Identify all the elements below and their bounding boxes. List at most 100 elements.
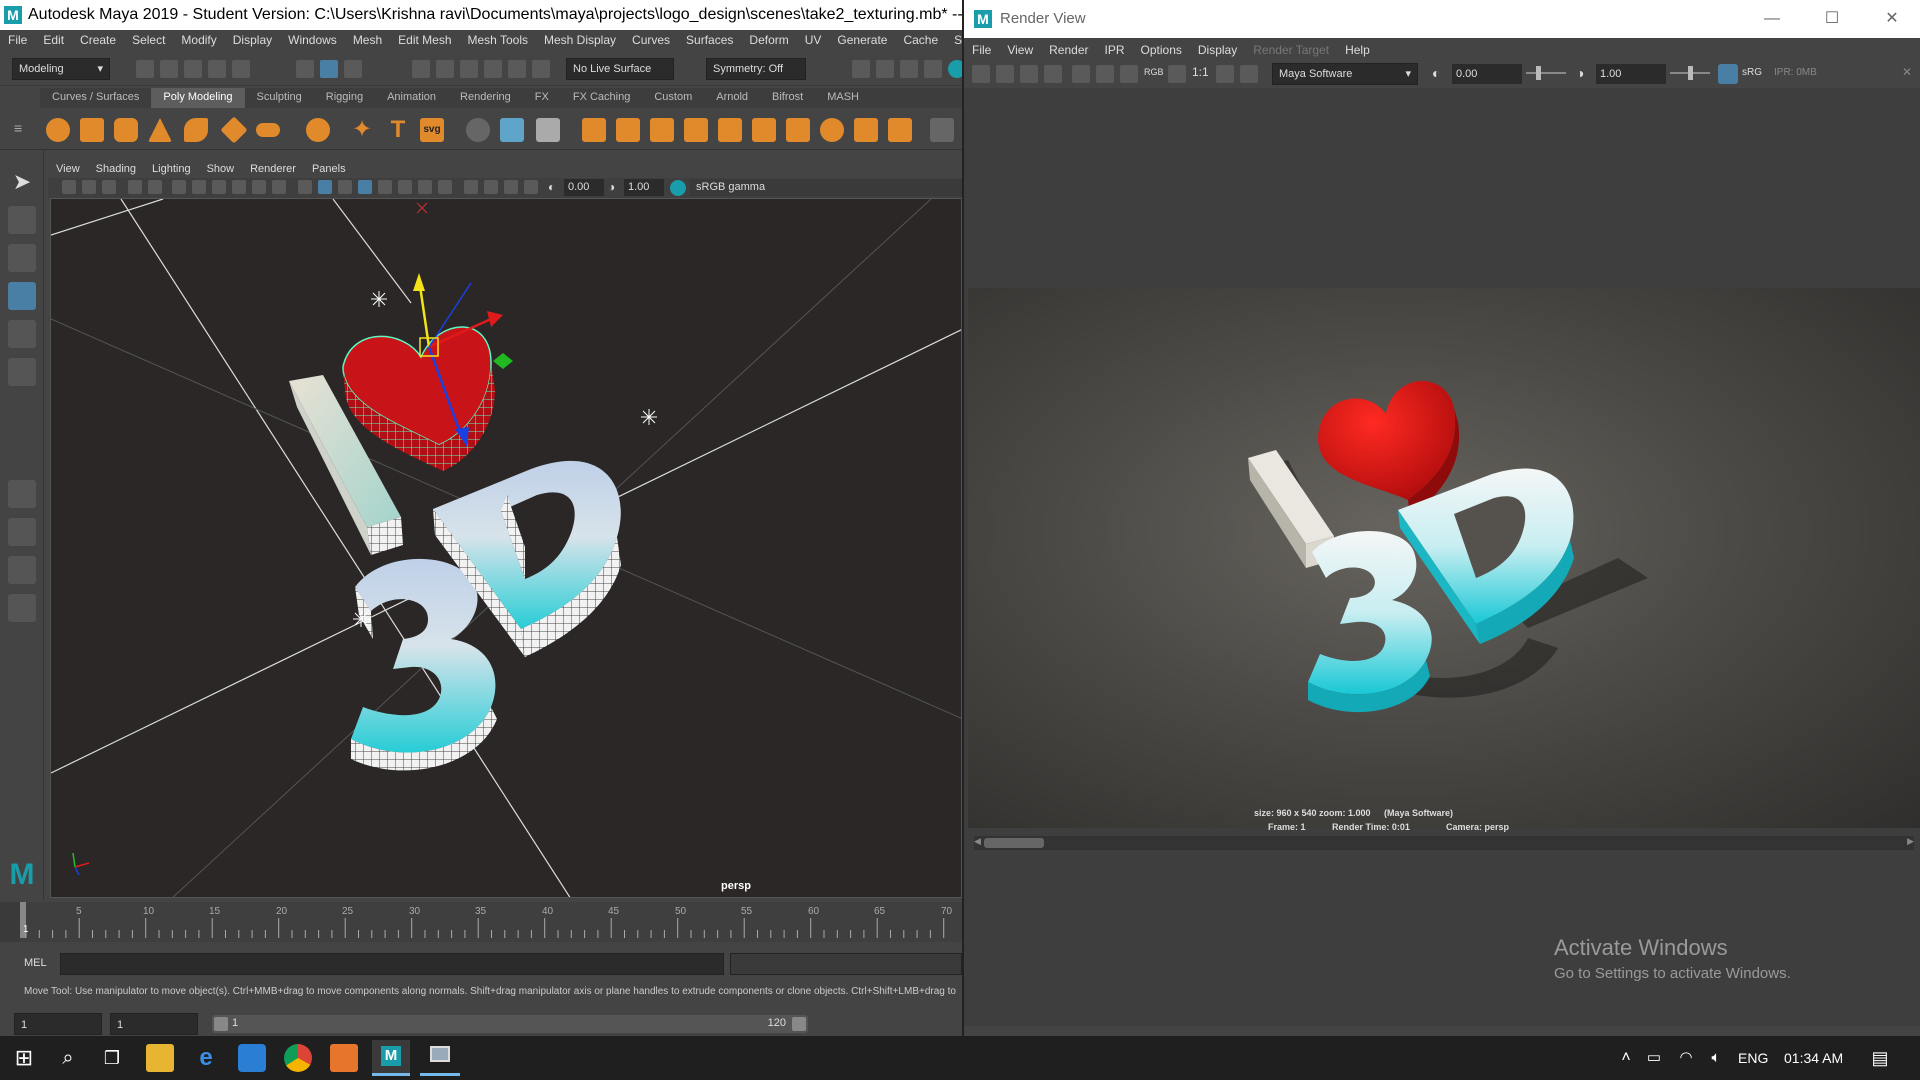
menu-edit[interactable]: Edit [35,33,72,47]
snap-vertex-icon[interactable] [532,60,550,78]
renderer-dropdown[interactable]: Maya Software ▾ [1272,63,1418,85]
poly-disc-icon[interactable] [256,123,280,137]
snapshot-icon[interactable] [1020,65,1038,83]
poly-cylinder-icon[interactable] [114,118,138,142]
rv-menu-help[interactable]: Help [1337,43,1378,57]
menu-generate[interactable]: Generate [829,33,895,47]
poly-cube-icon[interactable] [80,118,104,142]
hypershade-icon[interactable] [948,60,962,78]
panel-menu-renderer[interactable]: Renderer [242,163,304,175]
shelf-tab-rendering[interactable]: Rendering [448,88,523,108]
range-slider-end-handle[interactable] [792,1017,806,1031]
bevel-icon[interactable] [752,118,776,142]
exposure-field[interactable]: 0.00 [564,179,604,196]
scale-tool-icon[interactable] [8,358,36,386]
render-settings-icon[interactable] [924,60,942,78]
boolean-icon[interactable] [650,118,674,142]
action-center-icon[interactable]: ▤ [1866,1044,1894,1072]
menu-modify[interactable]: Modify [173,33,224,47]
render-region-icon[interactable] [996,65,1014,83]
resolution-gate-icon[interactable] [212,180,226,194]
rv-exposure-field[interactable]: 0.00 [1452,64,1522,84]
edge-browser-icon[interactable]: e [192,1044,220,1072]
menu-surfaces[interactable]: Surfaces [678,33,741,47]
snap-view-icon[interactable] [484,60,502,78]
shelf-tab-sculpting[interactable]: Sculpting [245,88,314,108]
grid-toggle-icon[interactable] [172,180,186,194]
animation-start-field[interactable]: 1 [14,1013,102,1035]
battery-icon[interactable]: ▭ [1640,1044,1668,1072]
perspective-viewport[interactable]: persp [50,198,962,898]
rv-menu-file[interactable]: File [964,43,999,57]
xray-components-icon[interactable] [524,180,538,194]
poly-platonic-icon[interactable] [306,118,330,142]
film-gate-icon[interactable] [192,180,206,194]
view-transform-dropdown[interactable]: sRGB gamma [690,179,962,196]
rv-menu-options[interactable]: Options [1133,43,1190,57]
chrome-icon[interactable] [284,1044,312,1072]
refresh-ipr-icon[interactable] [1096,65,1114,83]
gamma-field[interactable]: 1.00 [624,179,664,196]
range-slider-start-handle[interactable] [214,1017,228,1031]
show-hidden-icons-chevron-icon[interactable]: ˄ [1612,1044,1640,1072]
move-tool-icon[interactable] [8,282,36,310]
poly-sphere-icon[interactable] [46,118,70,142]
maya-taskbar-button[interactable]: M [372,1040,410,1076]
remove-image-icon[interactable] [1240,65,1258,83]
poly-cone-icon[interactable] [148,118,172,142]
extrude-icon[interactable] [718,118,742,142]
gamma-icon[interactable]: ◑ [1576,65,1584,81]
poly-plane-icon[interactable] [220,116,248,144]
task-view-icon[interactable]: ❐ [98,1044,126,1072]
rv-menu-display[interactable]: Display [1190,43,1245,57]
shelf-tab-bifrost[interactable]: Bifrost [760,88,815,108]
mel-command-input[interactable] [60,953,724,975]
search-icon[interactable]: ⌕ [54,1044,82,1072]
render-view-canvas[interactable]: size: 960 x 540 zoom: 1.000 (Maya Softwa… [964,88,1920,1026]
symmetry-dropdown[interactable]: Symmetry: Off [706,58,806,80]
outliner-icon[interactable] [8,594,36,622]
shelf-tab-mash[interactable]: MASH [815,88,871,108]
xray-icon[interactable] [484,180,498,194]
separate-icon[interactable] [536,118,560,142]
paint-select-tool-icon[interactable] [8,244,36,272]
poly-type-icon[interactable]: T [386,118,410,142]
scroll-right-icon[interactable]: ▶ [1907,836,1914,847]
gamma-slider-handle[interactable] [1688,66,1693,80]
wireframe-on-shaded-icon[interactable] [358,180,372,194]
xray-joints-icon[interactable] [504,180,518,194]
shelf-tab-fx[interactable]: FX [523,88,561,108]
undo-icon[interactable] [208,60,226,78]
rv-menu-view[interactable]: View [999,43,1041,57]
menu-curves[interactable]: Curves [624,33,678,47]
rv-menu-render[interactable]: Render [1041,43,1096,57]
select-hierarchy-icon[interactable] [296,60,314,78]
smooth-shade-icon[interactable] [318,180,332,194]
volume-icon[interactable]: 🔈︎ [1702,1044,1730,1072]
menu-substance[interactable]: Substance [946,33,962,47]
panel-menu-show[interactable]: Show [199,163,243,175]
horizontal-scrollbar[interactable]: ◀ ▶ [974,836,1914,850]
shelf-tab-arnold[interactable]: Arnold [704,88,760,108]
new-scene-icon[interactable] [136,60,154,78]
gate-mask-icon[interactable] [232,180,246,194]
rotate-tool-icon[interactable] [8,320,36,348]
maximize-button[interactable]: ☐ [1802,0,1862,38]
safe-action-icon[interactable] [272,180,286,194]
mel-label[interactable]: MEL [24,957,47,969]
file-explorer-icon[interactable] [146,1044,174,1072]
wifi-icon[interactable]: ◠ [1672,1044,1700,1072]
select-tool-icon[interactable]: ➤ [8,168,36,196]
menu-cache[interactable]: Cache [895,33,946,47]
keep-image-icon[interactable] [1216,65,1234,83]
shadows-icon[interactable] [418,180,432,194]
scroll-left-icon[interactable]: ◀ [974,836,981,847]
redo-icon[interactable] [232,60,250,78]
poly-torus-icon[interactable] [184,118,208,142]
render-sequence-icon[interactable] [876,60,894,78]
two-d-pan-icon[interactable] [148,180,162,194]
time-slider[interactable]: 1 5 10 15 20 25 30 35 40 45 50 55 60 65 … [0,902,962,942]
lasso-tool-icon[interactable] [8,206,36,234]
camera-attributes-icon[interactable] [82,180,96,194]
exposure-slider[interactable] [1526,66,1566,80]
